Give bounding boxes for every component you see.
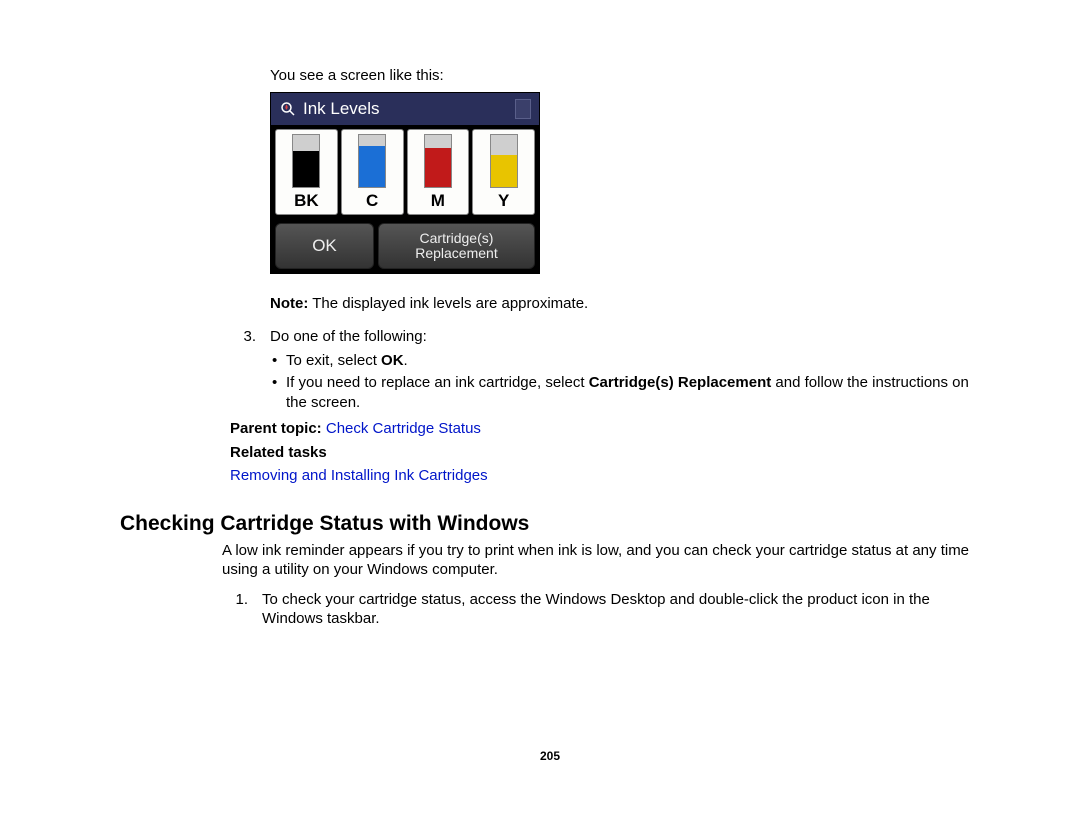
related-tasks-label: Related tasks — [230, 444, 327, 461]
cartridge-replacement-button[interactable]: Cartridge(s) Replacement — [378, 223, 535, 269]
ink-levels-screen: Ink Levels BK C M Y OK Cartridge(s) Replace… — [270, 92, 540, 274]
ink-levels-title: Ink Levels — [303, 98, 380, 120]
b1-bold: OK — [381, 352, 404, 369]
ink-button-row: OK Cartridge(s) Replacement — [271, 219, 539, 273]
related-tasks-heading: Related tasks — [230, 443, 980, 463]
cartridge-c: C — [341, 129, 404, 215]
step-3-number: 3. — [230, 327, 270, 415]
cartridge-label-bk: BK — [294, 190, 319, 212]
intro-text: You see a screen like this: — [270, 66, 980, 86]
step-3-bullet-2: If you need to replace an ink cartridge,… — [270, 373, 980, 412]
cartridge-label-m: M — [431, 190, 445, 212]
b2-bold: Cartridge(s) Replacement — [589, 374, 772, 391]
step-1: 1. To check your cartridge status, acces… — [222, 590, 980, 629]
cartridge-label-y: Y — [498, 190, 509, 212]
ink-bar-c — [358, 134, 386, 188]
step-3: 3. Do one of the following: To exit, sel… — [230, 327, 980, 415]
ink-fill-bk — [293, 151, 319, 186]
page-number: 205 — [120, 749, 980, 765]
note-line: Note: The displayed ink levels are appro… — [270, 294, 980, 314]
ink-fill-m — [425, 148, 451, 186]
b1-pre: To exit, select — [286, 352, 381, 369]
ink-levels-titlebar: Ink Levels — [271, 93, 539, 125]
titlebar-right-slot — [515, 99, 531, 119]
b1-post: . — [404, 352, 408, 369]
note-prefix: Note: — [270, 295, 308, 312]
section-heading: Checking Cartridge Status with Windows — [120, 510, 980, 537]
ink-fill-c — [359, 146, 385, 187]
parent-topic-link[interactable]: Check Cartridge Status — [326, 420, 481, 437]
step-1-number: 1. — [222, 590, 262, 629]
section-paragraph: A low ink reminder appears if you try to… — [222, 541, 980, 580]
step-3-intro: Do one of the following: — [270, 328, 427, 345]
parent-topic-label: Parent topic: — [230, 420, 322, 437]
ink-bar-bk — [292, 134, 320, 188]
related-link[interactable]: Removing and Installing Ink Cartridges — [230, 467, 488, 484]
ink-bar-y — [490, 134, 518, 188]
parent-topic-line: Parent topic: Check Cartridge Status — [230, 419, 980, 439]
note-text: The displayed ink levels are approximate… — [308, 295, 588, 312]
cartridge-m: M — [407, 129, 470, 215]
cartridge-label-c: C — [366, 190, 378, 212]
related-link-line: Removing and Installing Ink Cartridges — [230, 466, 980, 486]
cartridge-y: Y — [472, 129, 535, 215]
ink-fill-y — [491, 155, 517, 186]
step-3-bullet-1: To exit, select OK. — [270, 351, 980, 371]
ok-button[interactable]: OK — [275, 223, 374, 269]
step-1-text: To check your cartridge status, access t… — [262, 591, 930, 628]
b2-pre: If you need to replace an ink cartridge,… — [286, 374, 589, 391]
cartridge-row: BK C M Y — [271, 125, 539, 219]
cartridge-replacement-label: Cartridge(s) Replacement — [415, 231, 498, 260]
magnify-ink-icon — [279, 100, 297, 118]
ink-bar-m — [424, 134, 452, 188]
cartridge-bk: BK — [275, 129, 338, 215]
